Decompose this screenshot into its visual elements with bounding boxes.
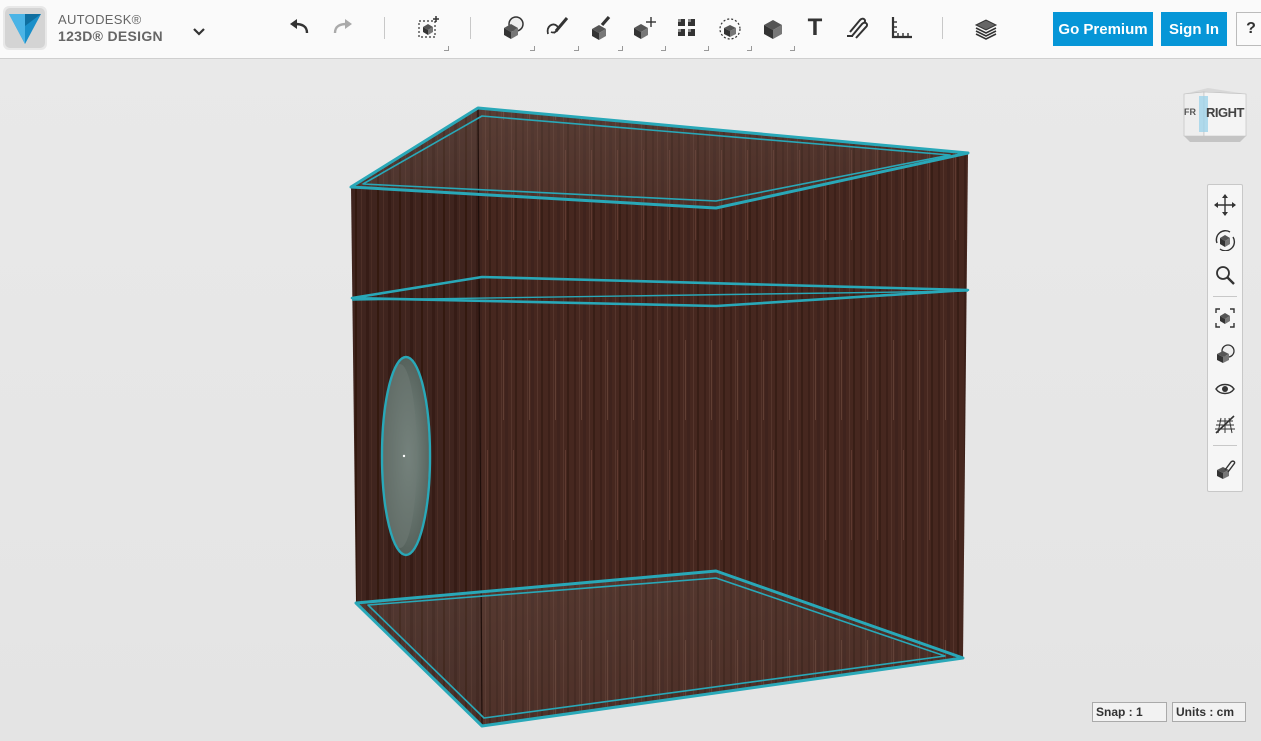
dropdown-indicator — [704, 46, 709, 51]
material-mode-button[interactable] — [1213, 457, 1237, 481]
nav-separator — [1213, 296, 1237, 297]
visibility-icon — [1215, 383, 1235, 395]
material-mode-icon — [1217, 460, 1236, 479]
dropdown-indicator — [444, 46, 449, 51]
group-button[interactable] — [714, 12, 746, 44]
toolbar-separator — [942, 17, 943, 39]
modify-icon — [634, 17, 656, 39]
wooden-box[interactable] — [351, 107, 968, 727]
transform-icon — [418, 16, 439, 38]
help-button[interactable]: ? — [1236, 12, 1261, 46]
view-cube-right-label[interactable]: RIGHT — [1206, 105, 1244, 120]
undo-button[interactable] — [284, 12, 316, 44]
dropdown-indicator — [618, 46, 623, 51]
pan-icon — [1214, 194, 1236, 216]
redo-icon — [333, 19, 352, 34]
combine-button[interactable] — [757, 12, 789, 44]
primitives-button[interactable] — [497, 12, 529, 44]
redo-button[interactable] — [326, 12, 358, 44]
grid-toggle-icon — [1215, 415, 1235, 434]
measure-button[interactable] — [885, 12, 917, 44]
app-menu-chevron-icon[interactable] — [190, 24, 208, 38]
dropdown-indicator — [530, 46, 535, 51]
material-icon — [974, 19, 998, 40]
transform-button[interactable] — [412, 12, 444, 44]
zoom-icon — [1216, 266, 1235, 285]
fit-view-button[interactable] — [1213, 306, 1237, 330]
brand-product: 123D® DESIGN — [58, 28, 163, 44]
shaded-view-button[interactable] — [1213, 342, 1237, 366]
sign-in-button[interactable]: Sign In — [1161, 12, 1227, 46]
pan-button[interactable] — [1213, 193, 1237, 217]
primitives-icon — [504, 16, 524, 39]
grid-toggle-button[interactable] — [1213, 412, 1237, 436]
shaded-view-icon — [1217, 344, 1235, 363]
construct-button[interactable] — [585, 12, 617, 44]
text-icon: T — [807, 14, 823, 41]
zoom-button[interactable] — [1213, 263, 1237, 287]
dropdown-indicator — [747, 46, 752, 51]
visibility-button[interactable] — [1213, 377, 1237, 401]
fit-view-icon — [1215, 308, 1235, 328]
group-icon — [719, 18, 741, 40]
nav-separator — [1213, 445, 1237, 446]
navigation-bar — [1207, 184, 1243, 492]
modify-button[interactable] — [628, 12, 660, 44]
sketch-button[interactable] — [541, 12, 573, 44]
dropdown-indicator — [661, 46, 666, 51]
orbit-button[interactable] — [1213, 228, 1237, 252]
dropdown-indicator — [574, 46, 579, 51]
combine-icon — [764, 20, 782, 39]
toolbar-separator — [470, 17, 471, 39]
brand-company: AUTODESK® — [58, 12, 142, 27]
units-status[interactable]: Units : cm — [1172, 702, 1246, 722]
pattern-button[interactable] — [671, 12, 703, 44]
text-button[interactable]: T — [799, 12, 831, 44]
go-premium-button[interactable]: Go Premium — [1053, 12, 1153, 46]
top-toolbar: AUTODESK® 123D® DESIGN T Go Premium Sign… — [0, 0, 1261, 59]
snap-icon — [847, 17, 869, 39]
toolbar-separator — [384, 17, 385, 39]
snap-status[interactable]: Snap : 1 — [1092, 702, 1167, 722]
snap-button[interactable] — [842, 12, 874, 44]
construct-icon — [592, 15, 611, 40]
material-button[interactable] — [970, 12, 1002, 44]
sketch-icon — [546, 17, 569, 35]
measure-icon — [891, 17, 912, 39]
undo-icon — [290, 19, 309, 34]
3d-viewport[interactable] — [0, 59, 1261, 741]
app-logo-icon[interactable] — [3, 6, 47, 50]
orbit-icon — [1215, 230, 1236, 251]
dropdown-indicator — [790, 46, 795, 51]
pattern-icon — [678, 19, 695, 36]
